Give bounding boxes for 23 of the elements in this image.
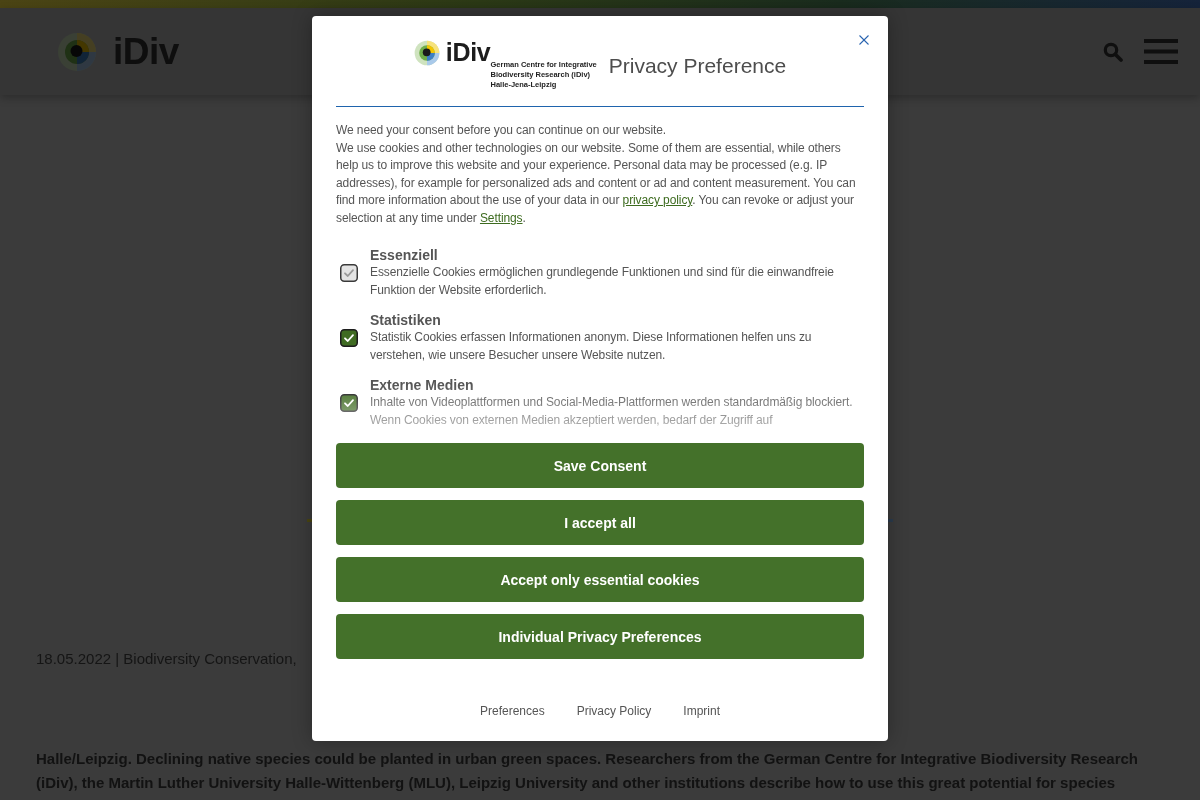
- logo-icon: [413, 40, 440, 66]
- text-link[interactable]: Settings: [479, 210, 523, 225]
- category-title: Statistiken: [370, 311, 442, 329]
- action-button[interactable]: I accept all: [336, 500, 864, 545]
- category-description: Inhalte von Videoplattformen und Social-Media-Plattformen werden standardmäßig blockiert. Wenn Cookies von externen Medien akzeptiert werden, bedarf der Zugriff auf: [370, 394, 854, 429]
- close-icon[interactable]: [859, 35, 869, 45]
- footer-link[interactable]: Preferences: [479, 703, 545, 719]
- checkbox[interactable]: [340, 328, 358, 347]
- category-description: Essenzielle Cookies ermöglichen grundlegende Funktionen und sind für die einwandfreie Funktion der Website erforderlich.: [370, 264, 835, 299]
- category-title: Externe Medien: [370, 376, 475, 394]
- category-title: Essenziell: [370, 246, 439, 264]
- category-description: Statistik Cookies erfassen Informationen anonym. Diese Informationen helfen uns zu verstehen, wie unsere Besucher unsere Website nutzen.: [370, 329, 813, 364]
- logo-text: iDiv: [445, 38, 491, 66]
- action-button[interactable]: Individual Privacy Preferences: [336, 614, 864, 659]
- action-button[interactable]: Accept only essential cookies: [336, 557, 864, 602]
- intro-text: We need your consent before you can continue on our website.: [336, 122, 667, 139]
- description-text: We use cookies and other technologies on our website. Some of them are essential, while others help us to improve this website and your experience. Personal data may be processed (e.g. IP addresses), for example for personalized ads and content or ad and content measurement. You can find more information about the use of your data in our privacy policy. You can revoke or adjust your selection at any time under Settings.: [336, 139, 857, 227]
- footer-link[interactable]: Privacy Policy: [576, 703, 652, 719]
- logo-icon: [57, 31, 97, 72]
- footer-link[interactable]: Imprint: [683, 703, 721, 719]
- dialog-title: Privacy Preference: [608, 53, 787, 78]
- checkbox[interactable]: [340, 393, 358, 412]
- action-button[interactable]: Save Consent: [336, 443, 864, 488]
